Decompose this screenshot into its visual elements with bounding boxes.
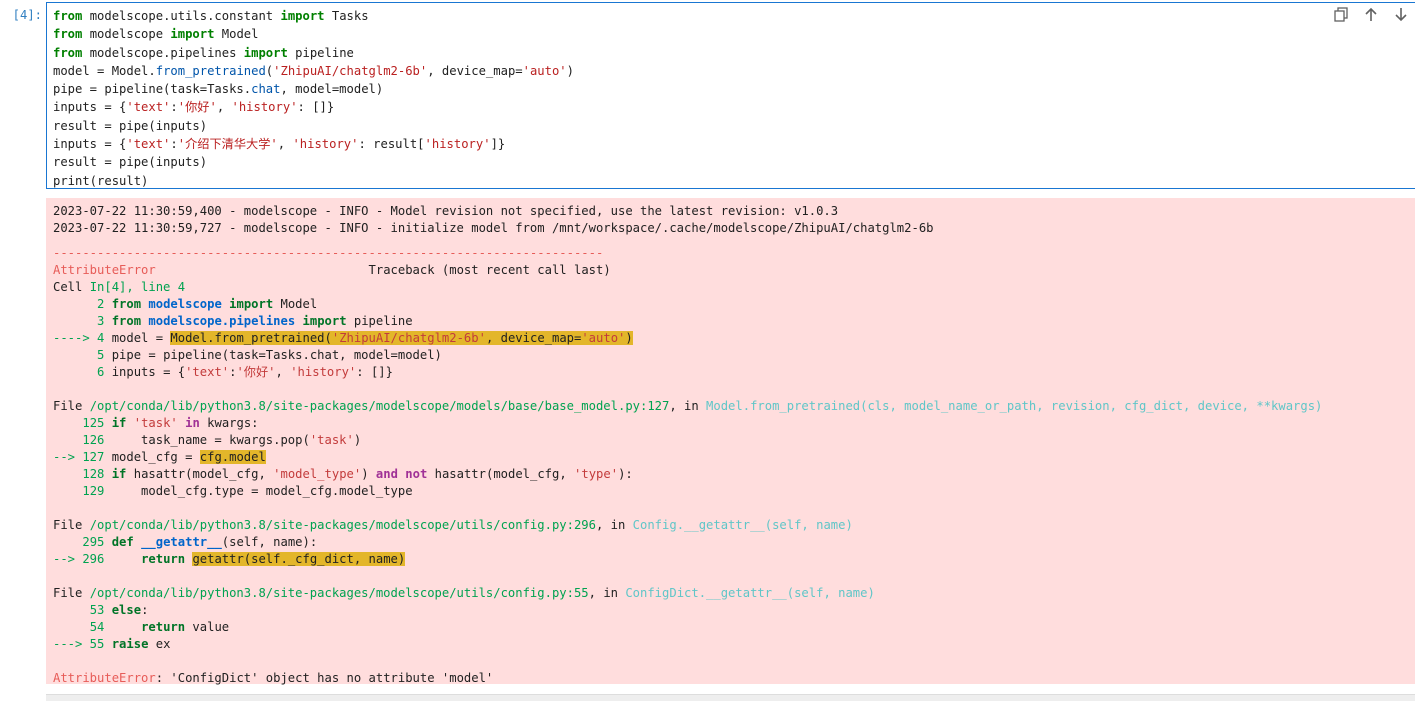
trace-line-current: --> 127 model_cfg = cfg.model: [53, 450, 266, 464]
trace-line: 126 task_name = kwargs.pop('task'): [82, 433, 362, 447]
separator: ----------------------------------------…: [53, 246, 604, 260]
cell-prompt: [4]:: [12, 8, 42, 22]
trace-line: 3 from modelscope.pipelines import pipel…: [97, 314, 413, 328]
log-line-2: 2023-07-22 11:30:59,727 - modelscope - I…: [53, 221, 934, 235]
code-line-2: from modelscope import Model: [53, 27, 259, 42]
code-line-4: model = Model.from_pretrained('ZhipuAI/c…: [53, 63, 574, 78]
trace-line-current: --> 296 return getattr(self._cfg_dict, n…: [53, 552, 406, 566]
arrow-up-icon[interactable]: [1363, 7, 1379, 23]
traceback-header: AttributeError Traceback (most recent ca…: [53, 263, 611, 277]
trace-line: 53 else:: [89, 603, 149, 617]
arrow-down-icon[interactable]: [1393, 7, 1409, 23]
copy-icon[interactable]: [1333, 7, 1349, 23]
next-cell-edge[interactable]: [46, 694, 1415, 701]
trace-line: 54 return value: [89, 620, 230, 634]
cell-reference: Cell In[4], line 4: [53, 280, 186, 294]
code-line-7: result = pipe(inputs): [53, 118, 208, 133]
log-line-1: 2023-07-22 11:30:59,400 - modelscope - I…: [53, 204, 839, 218]
trace-line-current: ---> 55 raise ex: [53, 637, 171, 651]
frame-header-2: File /opt/conda/lib/python3.8/site-packa…: [53, 518, 853, 532]
error-output: 2023-07-22 11:30:59,400 - modelscope - I…: [46, 198, 1415, 685]
trace-line: 2 from modelscope import Model: [97, 297, 318, 311]
code-line-9: result = pipe(inputs): [53, 155, 208, 170]
trace-line: 128 if hasattr(model_cfg, 'model_type') …: [82, 467, 633, 481]
code-line-8: inputs = {'text':'介绍下清华大学', 'history': r…: [53, 137, 506, 152]
frame-header-1: File /opt/conda/lib/python3.8/site-packa…: [53, 399, 1323, 413]
frame-header-3: File /opt/conda/lib/python3.8/site-packa…: [53, 586, 875, 600]
code-line-3: from modelscope.pipelines import pipelin…: [53, 45, 354, 60]
code-line-6: inputs = {'text':'你好', 'history': []}: [53, 100, 335, 115]
trace-line: 125 if 'task' in kwargs:: [82, 416, 259, 430]
trace-line: 295 def __getattr__(self, name):: [82, 535, 318, 549]
final-error: AttributeError: 'ConfigDict' object has …: [53, 671, 494, 685]
trace-line: 6 inputs = {'text':'你好', 'history': []}: [97, 365, 393, 379]
trace-line-current: ----> 4 model = Model.from_pretrained('Z…: [53, 331, 633, 345]
code-cell-input[interactable]: from modelscope.utils.constant import Ta…: [46, 2, 1415, 189]
code-line-1: from modelscope.utils.constant import Ta…: [53, 9, 369, 23]
cell-toolbar: [1333, 7, 1409, 23]
trace-line: 5 pipe = pipeline(task=Tasks.chat, model…: [97, 348, 442, 362]
code-line-10: print(result): [53, 173, 149, 188]
code-editor[interactable]: from modelscope.utils.constant import Ta…: [53, 7, 574, 190]
trace-line: 129 model_cfg.type = model_cfg.model_typ…: [82, 484, 413, 498]
code-line-5: pipe = pipeline(task=Tasks.chat, model=m…: [53, 82, 384, 97]
